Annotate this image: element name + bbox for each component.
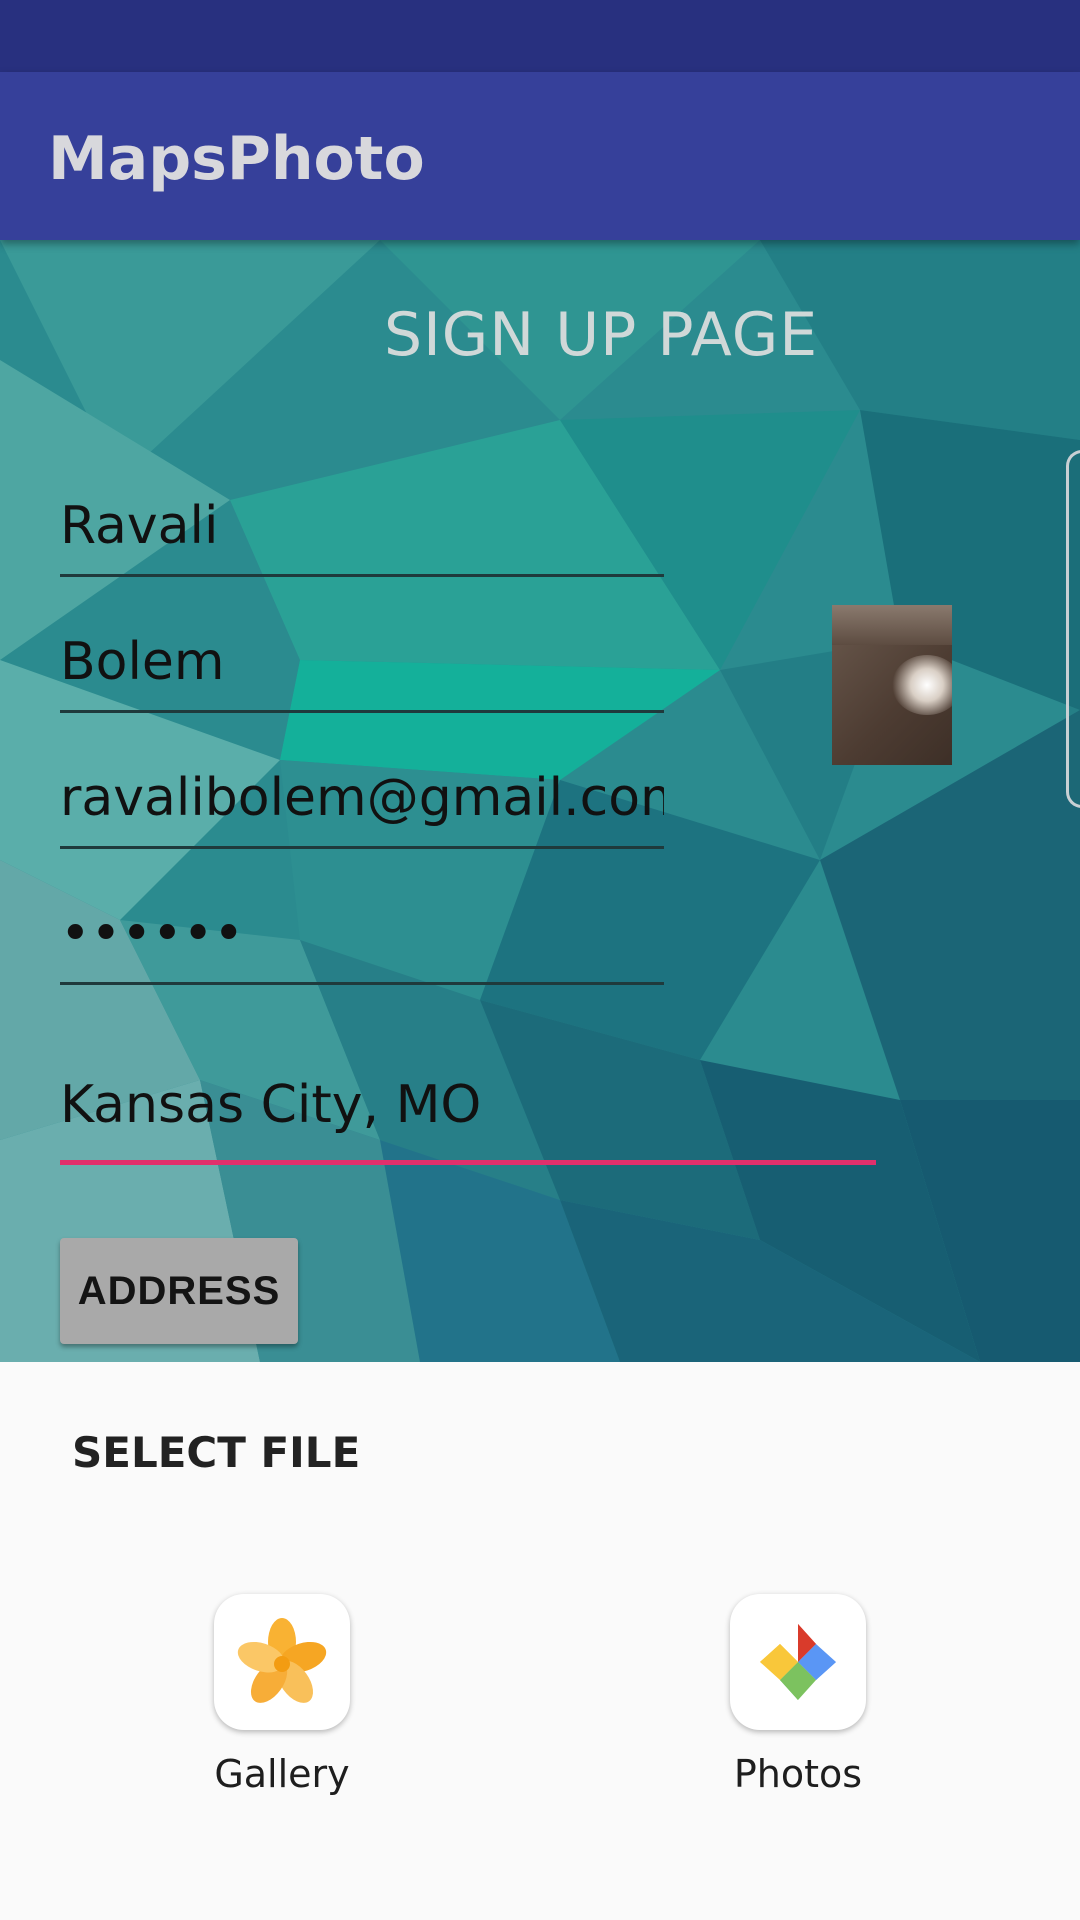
email-field[interactable]: ravalibolem@gmail.com <box>60 762 664 849</box>
photo-ceiling <box>832 605 952 645</box>
first-name-field[interactable]: Ravali <box>60 490 664 577</box>
select-file-sheet: SELECT FILE Gallery Photos <box>0 1362 1080 1920</box>
sheet-title: SELECT FILE <box>72 1428 361 1477</box>
location-field[interactable]: Kansas City, MO <box>60 1060 876 1165</box>
gallery-icon[interactable] <box>214 1594 350 1730</box>
last-name-field[interactable]: Bolem <box>60 626 664 713</box>
photos-label: Photos <box>733 1752 863 1796</box>
app-title: MapsPhoto <box>48 124 425 194</box>
gallery-label: Gallery <box>214 1752 350 1796</box>
share-app-gallery[interactable]: Gallery <box>162 1594 382 1814</box>
edge-panel-handle[interactable] <box>1066 450 1080 808</box>
password-field[interactable]: •••••• <box>60 898 664 985</box>
share-app-photos[interactable]: Photos <box>678 1594 898 1814</box>
signup-form-area: SIGN UP PAGE Ravali Bolem ravalibolem@gm… <box>0 240 1080 1362</box>
page-title: SIGN UP PAGE <box>384 300 819 370</box>
app-bar: MapsPhoto <box>0 72 1080 240</box>
profile-photo[interactable] <box>832 605 952 765</box>
address-button[interactable]: ADDRESS <box>60 1238 298 1344</box>
photos-icon[interactable] <box>730 1594 866 1730</box>
status-bar <box>0 0 1080 72</box>
photo-light <box>892 655 952 715</box>
